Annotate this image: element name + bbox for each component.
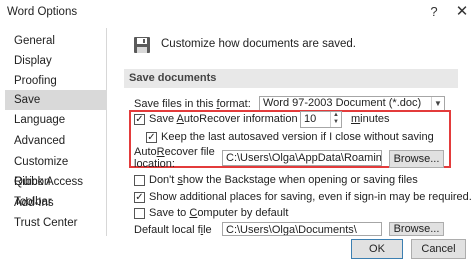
ar-location-label: AutoRecover file <box>134 146 215 158</box>
stepper-down-icon[interactable]: ▼ <box>330 119 341 127</box>
chevron-down-icon: ▼ <box>431 97 444 110</box>
close-icon[interactable]: ✕ <box>449 1 474 23</box>
sidebar-item-quick-access-toolbar[interactable]: Quick Access Toolbar <box>5 172 107 208</box>
sidebar-item-advanced[interactable]: Advanced <box>5 131 107 151</box>
save-computer-checkbox[interactable] <box>134 208 145 219</box>
sidebar-item-trust-center[interactable]: Trust Center <box>5 213 107 233</box>
additional-places-label: Show additional places for saving, even … <box>149 191 472 203</box>
page-header: Customize how documents are saved. <box>161 38 356 50</box>
sidebar-item-save[interactable]: Save <box>5 90 107 110</box>
save-computer-label: Save to Computer by default <box>149 207 289 219</box>
help-icon[interactable]: ? <box>421 1 447 23</box>
ok-button[interactable]: OK <box>351 239 403 259</box>
format-select-value: Word 97-2003 Document (*.doc) <box>263 97 422 109</box>
dialog-footer: OK Cancel <box>0 236 474 262</box>
floppy-disk-icon <box>134 37 150 53</box>
keep-version-label: Keep the last autosaved version if I clo… <box>161 131 434 143</box>
autorecover-checkbox[interactable]: ✓ <box>134 114 145 125</box>
minutes-label: minutes <box>351 113 390 125</box>
sidebar-item-proofing[interactable]: Proofing <box>5 71 107 91</box>
browse-ar-location-button[interactable]: Browse... <box>389 150 444 168</box>
section-title-save-documents: Save documents <box>124 69 458 88</box>
cancel-button[interactable]: Cancel <box>411 239 466 259</box>
default-local-field[interactable]: C:\Users\Olga\Documents\ <box>222 222 382 236</box>
sidebar-item-add-ins[interactable]: Add-Ins <box>5 193 107 213</box>
backstage-label: Don't show the Backstage when opening or… <box>149 174 418 186</box>
title-bar: Word Options ? ✕ <box>0 0 474 26</box>
sidebar-item-customize-ribbon[interactable]: Customize Ribbon <box>5 152 107 188</box>
default-local-label: Default local file <box>134 224 212 236</box>
browse-default-local-button[interactable]: Browse... <box>389 222 444 236</box>
ar-location-field[interactable]: C:\Users\Olga\AppData\Roaming\Micro <box>222 150 382 166</box>
keep-version-checkbox[interactable]: ✓ <box>146 132 157 143</box>
autorecover-minutes-stepper[interactable]: 10 ▲ ▼ <box>300 111 342 128</box>
autorecover-minutes-value: 10 <box>304 113 317 125</box>
sidebar-item-display[interactable]: Display <box>5 51 107 71</box>
format-select[interactable]: Word 97-2003 Document (*.doc) ▼ <box>259 96 445 111</box>
additional-places-checkbox[interactable]: ✓ <box>134 192 145 203</box>
ar-location-label-line2: location: <box>134 158 175 170</box>
window-title: Word Options <box>7 6 78 18</box>
sidebar-item-language[interactable]: Language <box>5 110 107 130</box>
save-options-panel: Customize how documents are saved. Save … <box>113 26 472 262</box>
sidebar-item-general[interactable]: General <box>5 31 107 51</box>
sidebar: General Display Proofing Save Language A… <box>5 28 107 258</box>
backstage-checkbox[interactable] <box>134 175 145 186</box>
format-label: Save files in this format: <box>134 98 251 110</box>
